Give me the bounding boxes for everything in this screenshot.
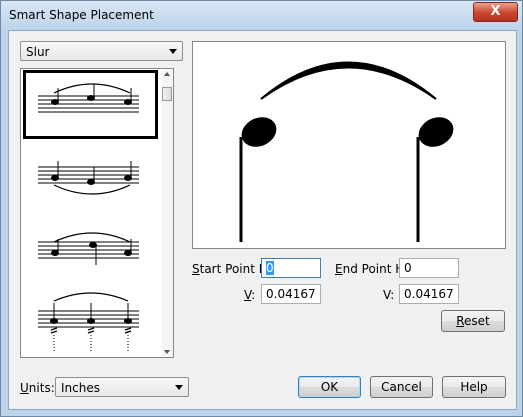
cancel-button[interactable]: Cancel xyxy=(370,376,433,398)
scroll-thumb[interactable] xyxy=(162,87,172,101)
scroll-up-icon[interactable] xyxy=(164,72,170,76)
shape-list-item-slur-over-variant[interactable] xyxy=(24,212,159,281)
shape-list[interactable] xyxy=(20,68,174,358)
title-bar: Smart Shape Placement X xyxy=(1,1,522,31)
start-point-h-label: Start Point H: xyxy=(192,262,272,276)
reset-label: eset xyxy=(464,314,490,328)
dialog-window: Smart Shape Placement X Slur Start Point… xyxy=(0,0,523,417)
dialog-client: Slur Start Point H: 0 V: 0.04167 End Poi… xyxy=(8,30,517,410)
window-title: Smart Shape Placement xyxy=(9,8,154,22)
units-label-text: nits: xyxy=(28,381,55,395)
slur-over-variant-icon xyxy=(38,232,139,265)
slur-preview-graphic xyxy=(239,61,454,242)
ok-button[interactable]: OK xyxy=(298,376,361,398)
units-accesskey: U xyxy=(20,381,29,395)
shape-list-scrollbar[interactable] xyxy=(162,70,173,356)
start-point-v-input[interactable]: 0.04167 xyxy=(261,284,321,304)
end-point-h-label: End Point H: xyxy=(335,262,408,276)
reset-accesskey: R xyxy=(456,314,465,328)
slur-under-icon xyxy=(38,161,139,195)
close-button[interactable]: X xyxy=(473,2,518,22)
start-point-v-label: V: xyxy=(244,288,255,302)
help-button[interactable]: Help xyxy=(442,376,506,398)
shape-list-item-slur-over[interactable] xyxy=(23,70,158,139)
slur-over-tremolo-icon xyxy=(38,292,139,351)
shape-type-select[interactable]: Slur xyxy=(20,41,183,61)
end-point-h-value: 0 xyxy=(404,261,412,275)
units-select[interactable]: Inches xyxy=(55,377,189,397)
start-point-h-value: 0 xyxy=(266,261,274,275)
end-point-v-input[interactable]: 0.04167 xyxy=(399,284,459,304)
start-point-v-value: 0.04167 xyxy=(266,287,316,301)
end-point-v-value: 0.04167 xyxy=(404,287,454,301)
end-point-v-label: V: xyxy=(383,288,395,302)
chevron-down-icon xyxy=(169,49,177,54)
chevron-down-icon xyxy=(175,385,183,390)
start-point-v-label-text: : xyxy=(251,288,256,302)
end-point-h-input[interactable]: 0 xyxy=(399,258,459,278)
start-point-h-accesskey: S xyxy=(192,262,200,276)
shape-list-item-slur-over-tremolo[interactable] xyxy=(24,283,159,352)
units-label: Units: xyxy=(20,381,55,395)
slur-over-icon xyxy=(38,83,139,113)
reset-button[interactable]: Reset xyxy=(441,310,505,332)
scroll-down-icon[interactable] xyxy=(164,350,170,354)
units-value: Inches xyxy=(61,381,100,395)
shape-preview[interactable] xyxy=(192,41,506,249)
end-point-h-accesskey: E xyxy=(335,262,343,276)
shape-type-value: Slur xyxy=(26,45,50,59)
start-point-h-input[interactable]: 0 xyxy=(261,258,321,278)
shape-list-item-slur-under[interactable] xyxy=(24,141,159,210)
